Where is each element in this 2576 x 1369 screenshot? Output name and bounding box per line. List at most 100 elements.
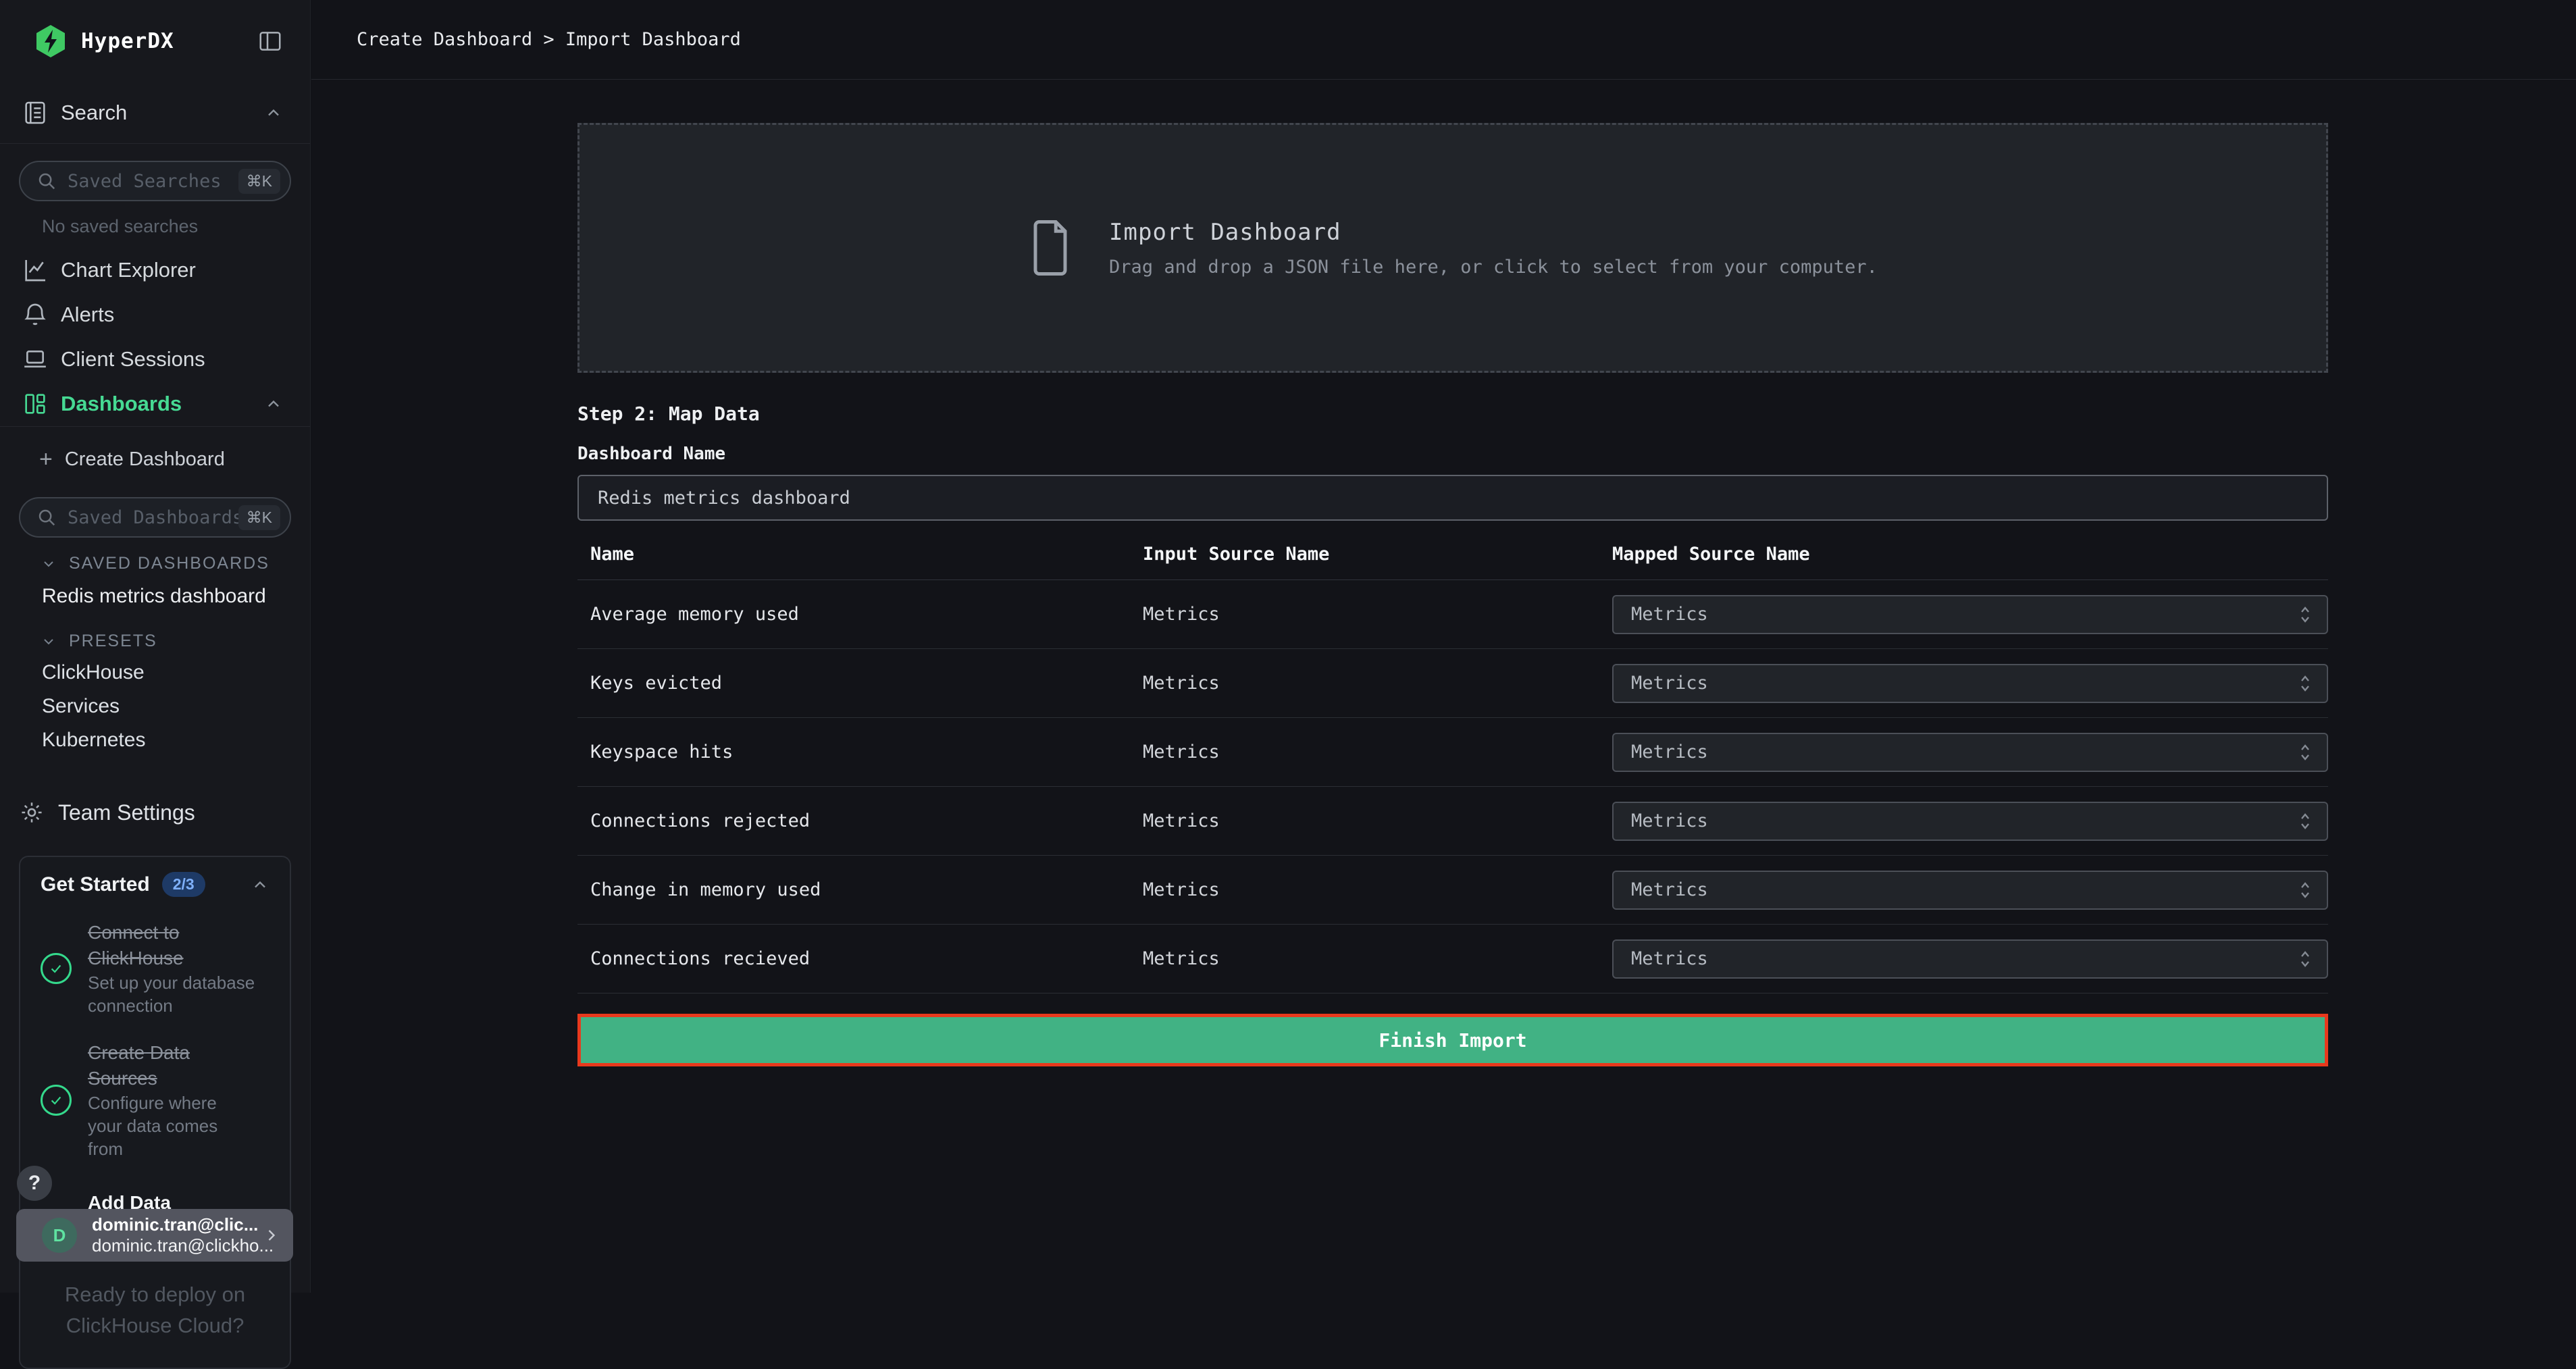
select-updown-icon bbox=[2297, 810, 2313, 832]
chevron-up-icon bbox=[264, 103, 283, 122]
select-updown-icon bbox=[2297, 742, 2313, 763]
sidebar-item-chart-explorer[interactable]: Chart Explorer bbox=[0, 248, 310, 292]
bell-icon bbox=[22, 301, 49, 328]
sidebar-item-dashboards[interactable]: Dashboards bbox=[0, 382, 310, 426]
dropzone-title: Import Dashboard bbox=[1109, 219, 1878, 246]
table-row: Change in memory used Metrics Metrics bbox=[577, 856, 2328, 925]
hyperdx-logo-icon bbox=[35, 24, 66, 58]
chevron-down-icon bbox=[41, 634, 57, 650]
column-header: Input Source Name bbox=[1143, 544, 1612, 565]
saved-searches-input[interactable] bbox=[68, 171, 238, 192]
sidebar-item-client-sessions[interactable]: Client Sessions bbox=[0, 337, 310, 382]
user-menu[interactable]: D dominic.tran@clic... dominic.tran@clic… bbox=[16, 1209, 293, 1262]
check-circle-icon bbox=[41, 953, 72, 984]
task-title: Connect to ClickHouse bbox=[88, 920, 258, 971]
table-header: Name Input Source Name Mapped Source Nam… bbox=[577, 521, 2328, 580]
saved-dashboards-search[interactable]: ⌘K bbox=[19, 497, 291, 538]
search-icon bbox=[36, 171, 57, 191]
help-button[interactable]: ? bbox=[17, 1166, 52, 1201]
mapping-table-body: Average memory used Metrics Metrics Keys… bbox=[577, 580, 2328, 993]
task-desc: Set up your database connection bbox=[88, 971, 255, 1017]
plus-icon: + bbox=[39, 448, 53, 471]
sidebar-collapse-icon[interactable] bbox=[257, 28, 283, 54]
table-row: Keyspace hits Metrics Metrics bbox=[577, 718, 2328, 787]
select-updown-icon bbox=[2297, 604, 2313, 625]
no-saved-searches-note: No saved searches bbox=[42, 216, 310, 237]
task-create-data-sources[interactable]: Create Data Sources Configure where your… bbox=[41, 1040, 269, 1160]
nav-label: Alerts bbox=[61, 303, 283, 327]
get-started-card: Get Started 2/3 Connect to ClickHouse Se… bbox=[19, 856, 291, 1369]
breadcrumb: Create Dashboard > Import Dashboard bbox=[357, 29, 741, 50]
chevron-down-icon bbox=[41, 556, 57, 572]
presets-list: ClickHouse Services Kubernetes bbox=[0, 661, 310, 752]
column-header: Name bbox=[577, 544, 1143, 565]
saved-searches-search[interactable]: ⌘K bbox=[19, 161, 291, 201]
shortcut-badge: ⌘K bbox=[238, 505, 280, 530]
shortcut-badge: ⌘K bbox=[238, 169, 280, 194]
dashboard-grid-icon bbox=[22, 390, 49, 417]
laptop-icon bbox=[22, 346, 49, 373]
main-area: Create Dashboard > Import Dashboard Impo… bbox=[311, 0, 2576, 1293]
task-desc: Configure where your data comes from bbox=[88, 1091, 255, 1160]
input-source-name: Metrics bbox=[1143, 879, 1612, 900]
saved-dashboards-input[interactable] bbox=[68, 507, 238, 528]
chevron-right-icon bbox=[262, 1226, 281, 1245]
journal-icon bbox=[22, 99, 49, 126]
create-dashboard-button[interactable]: + Create Dashboard bbox=[0, 438, 310, 481]
metric-name: Keys evicted bbox=[577, 673, 1143, 694]
dashboard-name-label: Dashboard Name bbox=[577, 444, 2328, 464]
topbar: Create Dashboard > Import Dashboard bbox=[311, 0, 2576, 80]
mapped-source-select[interactable]: Metrics bbox=[1612, 595, 2328, 634]
finish-import-button[interactable]: Finish Import bbox=[577, 1014, 2328, 1066]
import-dropzone[interactable]: Import Dashboard Drag and drop a JSON fi… bbox=[577, 123, 2328, 373]
preset-item[interactable]: Kubernetes bbox=[42, 728, 310, 752]
preset-item[interactable]: Services bbox=[42, 694, 310, 719]
metric-name: Connections rejected bbox=[577, 810, 1143, 831]
table-row: Connections rejected Metrics Metrics bbox=[577, 787, 2328, 856]
sidebar-item-search[interactable]: Search bbox=[0, 82, 310, 144]
check-circle-icon bbox=[41, 1085, 72, 1116]
dashboard-name-input[interactable] bbox=[577, 475, 2328, 521]
select-updown-icon bbox=[2297, 673, 2313, 694]
chevron-up-icon[interactable] bbox=[251, 875, 269, 894]
mapped-source-select[interactable]: Metrics bbox=[1612, 733, 2328, 772]
mapped-source-select[interactable]: Metrics bbox=[1612, 664, 2328, 703]
select-updown-icon bbox=[2297, 948, 2313, 970]
sidebar-item-team-settings[interactable]: Team Settings bbox=[0, 800, 310, 825]
task-connect-clickhouse[interactable]: Connect to ClickHouse Set up your databa… bbox=[41, 920, 269, 1017]
sidebar-item-alerts[interactable]: Alerts bbox=[0, 292, 310, 337]
column-header: Mapped Source Name bbox=[1612, 544, 2328, 565]
sidebar: HyperDX Search ⌘K No saved searches Char… bbox=[0, 0, 311, 1293]
table-row: Connections recieved Metrics Metrics bbox=[577, 925, 2328, 993]
mapped-source-select[interactable]: Metrics bbox=[1612, 939, 2328, 979]
mapped-source-select[interactable]: Metrics bbox=[1612, 802, 2328, 841]
metric-name: Change in memory used bbox=[577, 879, 1143, 900]
nav-label: Dashboards bbox=[61, 392, 264, 416]
file-icon bbox=[1028, 218, 1073, 278]
input-source-name: Metrics bbox=[1143, 948, 1612, 969]
table-row: Keys evicted Metrics Metrics bbox=[577, 649, 2328, 718]
user-name: dominic.tran@clic... bbox=[92, 1214, 262, 1235]
select-updown-icon bbox=[2297, 879, 2313, 901]
chart-icon bbox=[22, 257, 49, 284]
get-started-progress-badge: 2/3 bbox=[162, 872, 205, 897]
presets-section-header[interactable]: PRESETS bbox=[41, 631, 310, 651]
get-started-title: Get Started bbox=[41, 873, 150, 896]
mapped-source-select[interactable]: Metrics bbox=[1612, 871, 2328, 910]
metric-name: Keyspace hits bbox=[577, 742, 1143, 763]
chevron-up-icon bbox=[264, 394, 283, 413]
input-source-name: Metrics bbox=[1143, 604, 1612, 625]
dropzone-subtitle: Drag and drop a JSON file here, or click… bbox=[1109, 257, 1878, 278]
sidebar-item-label: Search bbox=[61, 101, 264, 125]
gear-icon bbox=[19, 800, 45, 825]
task-title: Create Data Sources bbox=[88, 1040, 258, 1091]
metric-name: Connections recieved bbox=[577, 948, 1143, 969]
preset-item[interactable]: ClickHouse bbox=[42, 661, 310, 685]
nav-label: Client Sessions bbox=[61, 347, 283, 371]
step-label: Step 2: Map Data bbox=[577, 403, 2328, 425]
saved-dashboards-section-header[interactable]: SAVED DASHBOARDS bbox=[41, 554, 310, 573]
saved-dashboard-item[interactable]: Redis metrics dashboard bbox=[42, 584, 310, 609]
user-email: dominic.tran@clickho... bbox=[92, 1235, 262, 1256]
sidebar-nav: Chart Explorer Alerts Client Sessions Da… bbox=[0, 248, 310, 427]
saved-dashboards-list: Redis metrics dashboard bbox=[0, 584, 310, 609]
